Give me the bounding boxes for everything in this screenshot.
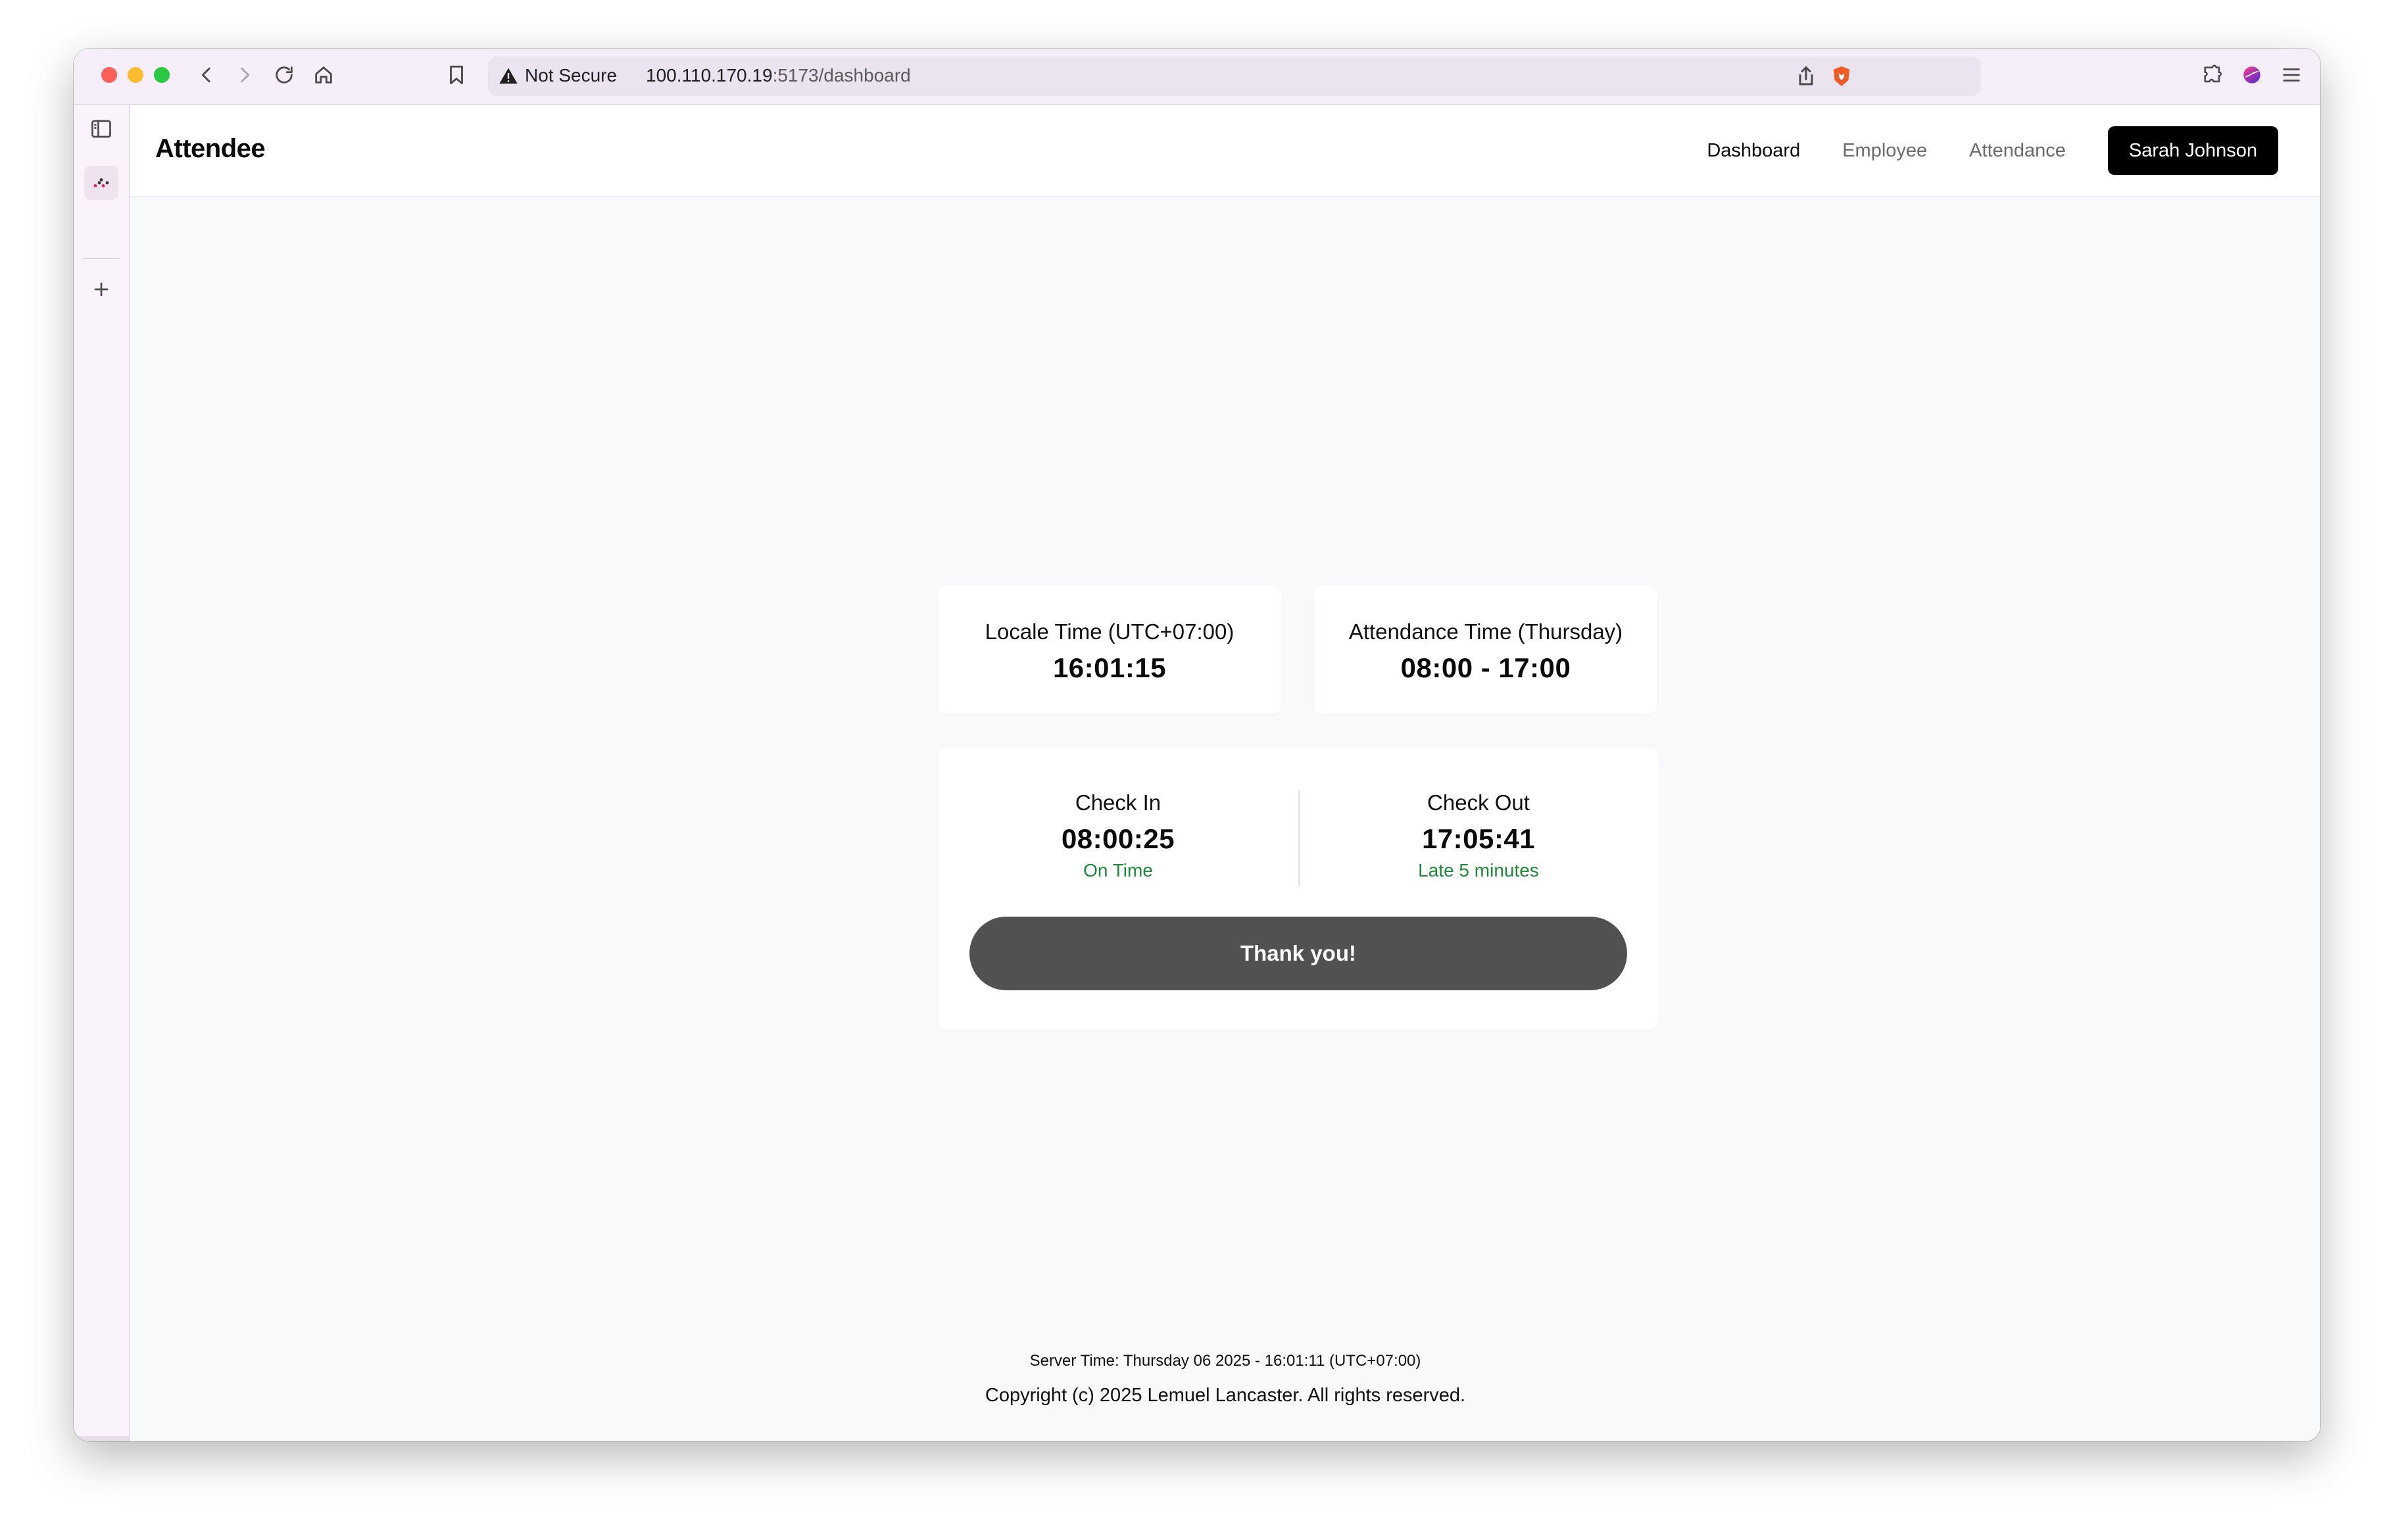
brave-shield-icon[interactable] (1830, 64, 1853, 88)
app-viewport: Attendee Dashboard Employee Attendance S… (130, 105, 2320, 1441)
browser-toolbar: Not Secure 100.110.170.19:5173/dashboard (74, 49, 2320, 105)
profile-icon[interactable] (2239, 62, 2265, 88)
nav-employee[interactable]: Employee (1842, 140, 1927, 162)
check-out-column: Check Out 17:05:41 Late 5 minutes (1298, 748, 1659, 886)
sidebar-toggle-icon[interactable] (84, 112, 118, 146)
app-favicon-icon[interactable] (84, 166, 118, 200)
check-out-label: Check Out (1427, 790, 1530, 815)
thank-you-button[interactable]: Thank you! (969, 917, 1627, 990)
browser-sidebar (74, 105, 130, 1441)
server-time: Server Time: Thursday 06 2025 - 16:01:11… (1029, 1352, 1421, 1370)
brand-logo[interactable]: Attendee (155, 134, 266, 164)
sidebar-divider (83, 258, 120, 259)
home-icon[interactable] (310, 62, 337, 88)
close-window-button[interactable] (101, 67, 117, 83)
menu-icon[interactable] (2278, 62, 2305, 88)
url-host: 100.110.170.19 (646, 65, 773, 85)
check-in-time: 08:00:25 (1061, 823, 1175, 854)
sidebar-footer (74, 1436, 129, 1441)
locale-time-label: Locale Time (UTC+07:00) (985, 619, 1234, 644)
warning-icon (499, 68, 518, 84)
app-header: Attendee Dashboard Employee Attendance S… (130, 105, 2320, 197)
check-in-column: Check In 08:00:25 On Time (938, 748, 1298, 886)
attendance-time-value: 08:00 - 17:00 (1400, 652, 1571, 683)
extensions-icon[interactable] (2199, 62, 2226, 88)
url-path: :5173/dashboard (772, 65, 911, 85)
back-icon[interactable] (193, 62, 220, 88)
security-label: Not Secure (525, 65, 618, 85)
locale-time-value: 16:01:15 (1052, 652, 1167, 683)
forward-icon[interactable] (232, 62, 258, 88)
user-menu-button[interactable]: Sarah Johnson (2107, 126, 2278, 175)
url-text: 100.110.170.19:5173/dashboard (646, 65, 911, 86)
attendance-time-label: Attendance Time (Thursday) (1348, 619, 1623, 644)
minimize-window-button[interactable] (128, 67, 143, 83)
address-bar[interactable]: Not Secure 100.110.170.19:5173/dashboard (488, 57, 1981, 96)
check-card: Check In 08:00:25 On Time Check Out 17:0… (938, 748, 1659, 1030)
plus-icon[interactable] (84, 272, 118, 306)
nav-dashboard[interactable]: Dashboard (1707, 140, 1800, 162)
locale-time-card: Locale Time (UTC+07:00) 16:01:15 (938, 585, 1281, 714)
share-icon[interactable] (1794, 64, 1818, 88)
attendance-time-card: Attendance Time (Thursday) 08:00 - 17:00 (1314, 585, 1657, 714)
check-out-time: 17:05:41 (1421, 823, 1536, 854)
copyright: Copyright (c) 2025 Lemuel Lancaster. All… (985, 1385, 1466, 1406)
bookmark-icon[interactable] (443, 62, 470, 88)
main-nav: Dashboard Employee Attendance Sarah John… (1707, 126, 2278, 175)
browser-window: Not Secure 100.110.170.19:5173/dashboard (74, 49, 2320, 1441)
check-in-status: On Time (1083, 860, 1153, 880)
check-out-status: Late 5 minutes (1418, 860, 1539, 880)
reload-icon[interactable] (271, 62, 297, 88)
maximize-window-button[interactable] (154, 67, 170, 83)
nav-attendance[interactable]: Attendance (1969, 140, 2066, 162)
check-in-label: Check In (1075, 790, 1161, 815)
